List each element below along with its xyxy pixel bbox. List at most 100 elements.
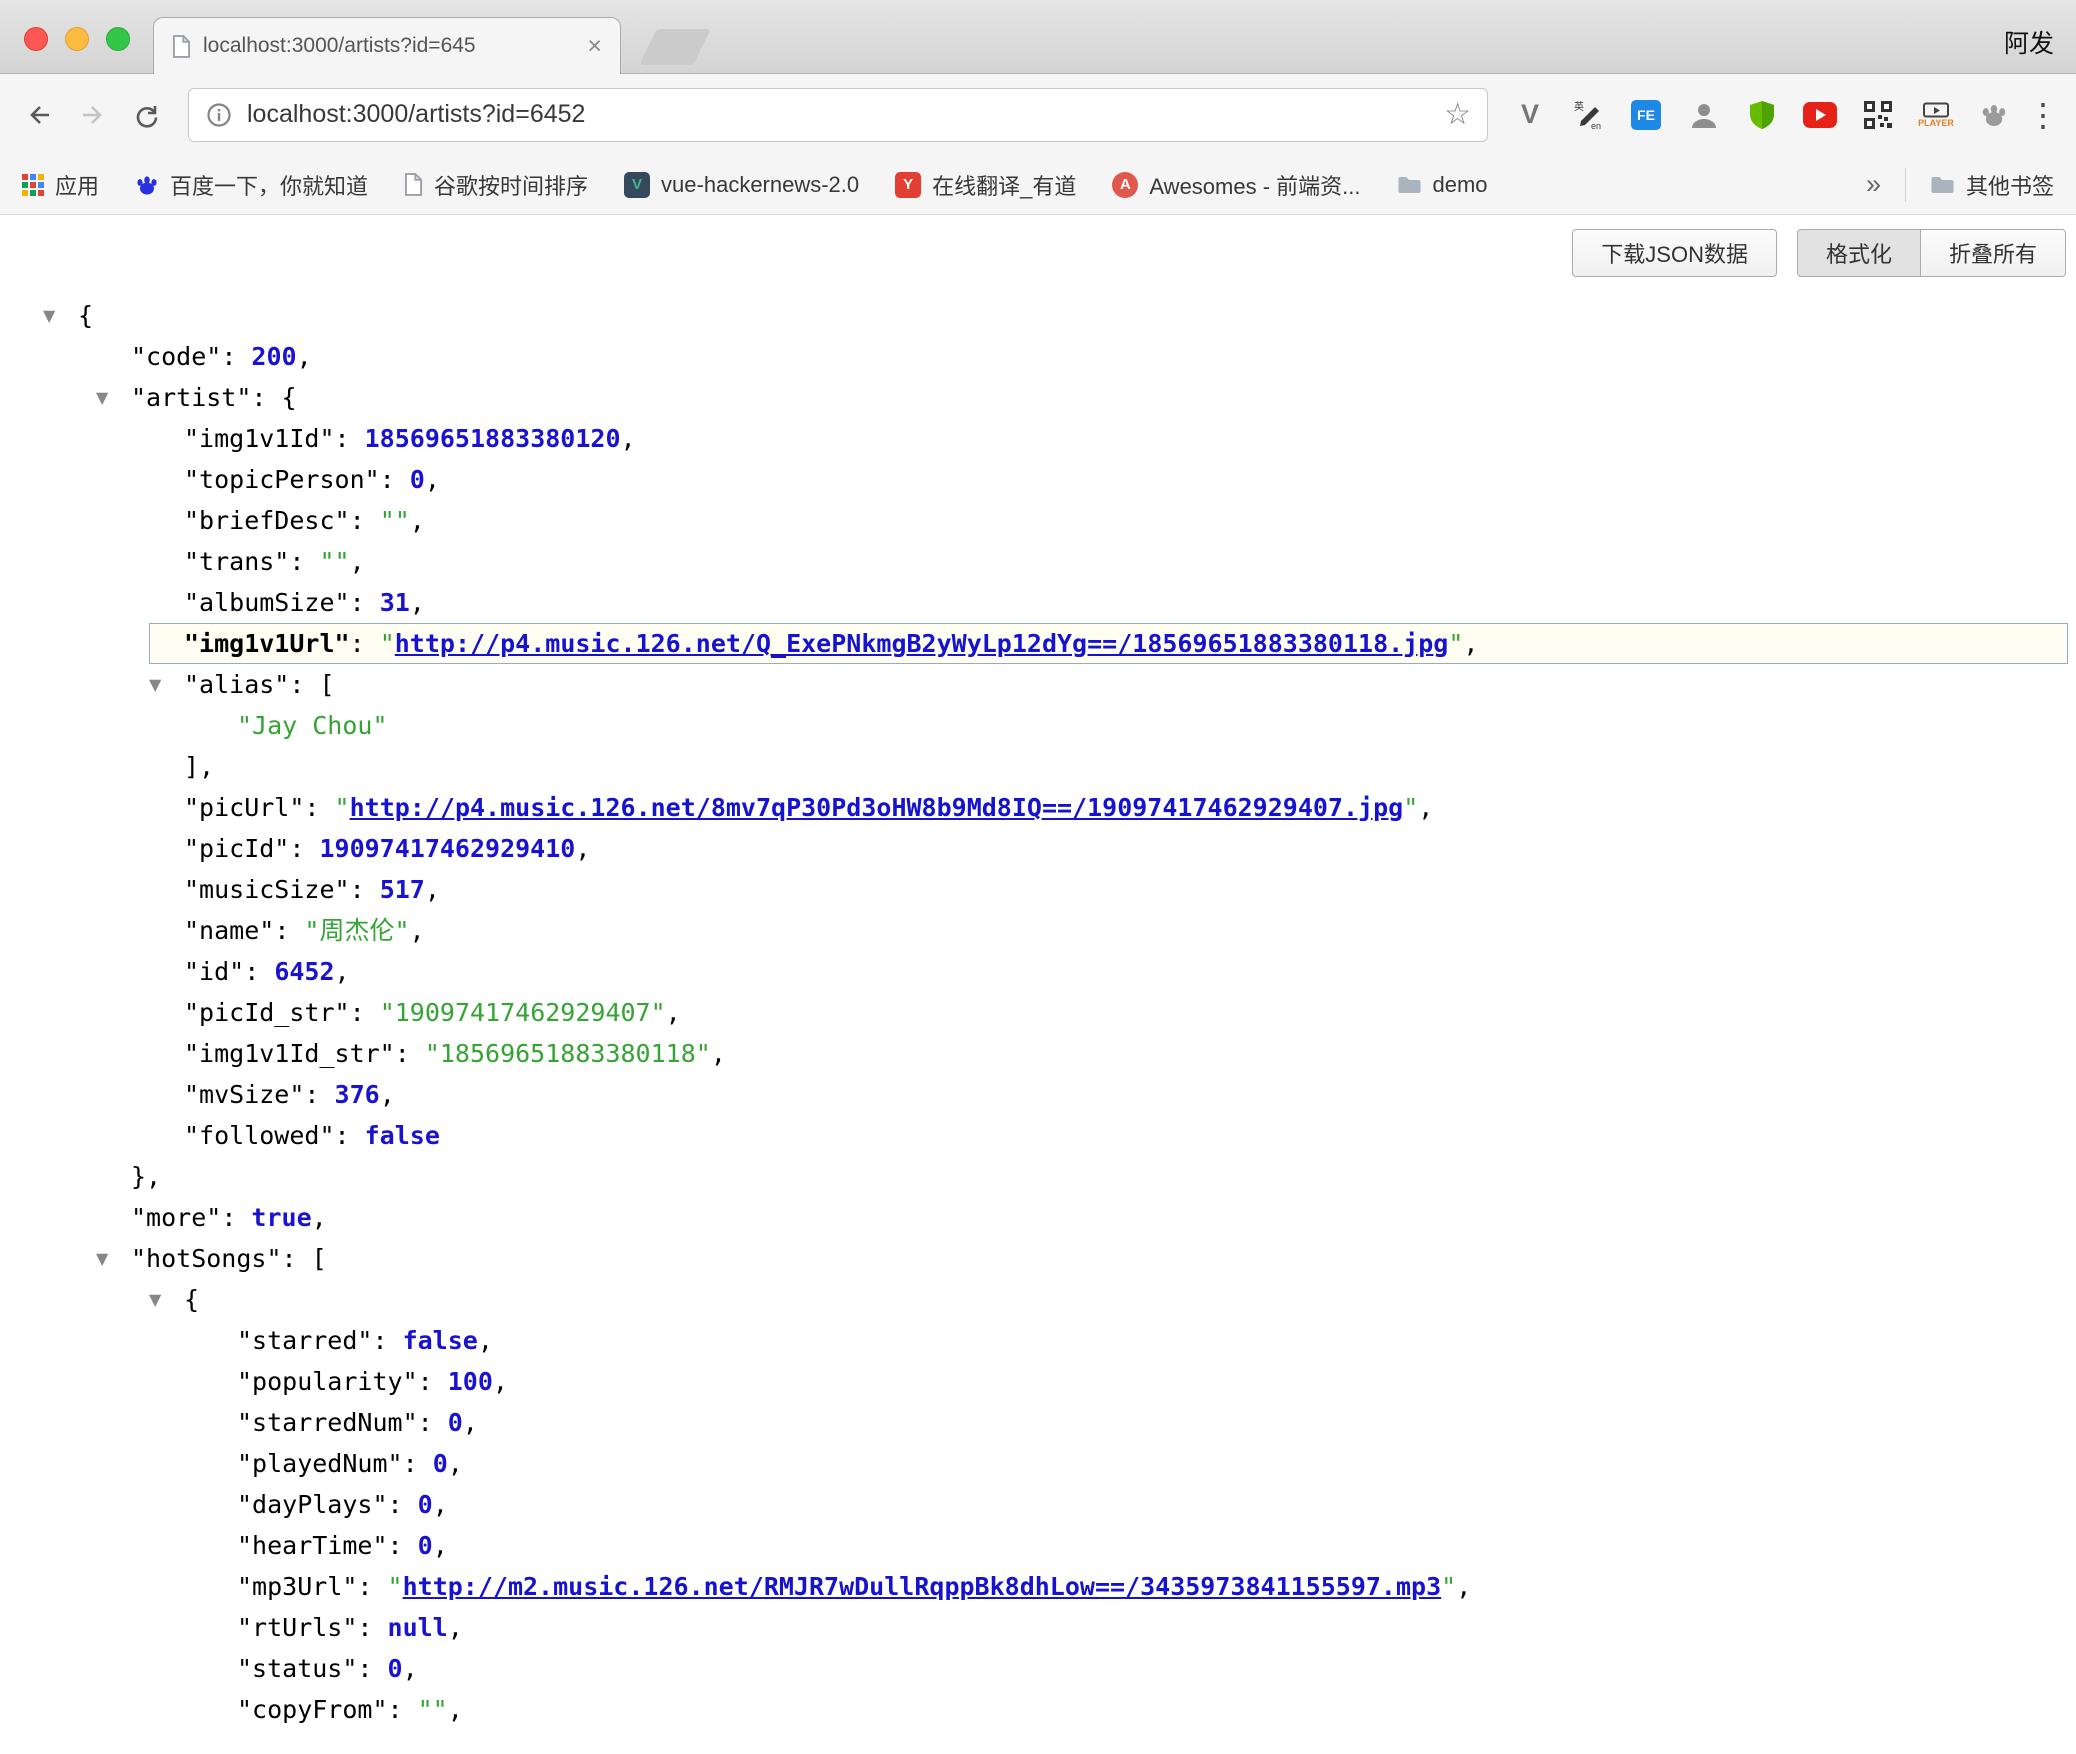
minimize-window-button[interactable]	[65, 27, 89, 51]
bookmark-label: 谷歌按时间排序	[434, 169, 588, 201]
menu-icon[interactable]: ⋮	[2026, 96, 2060, 134]
json-line: "code": 200,	[96, 336, 2068, 377]
profile-name[interactable]: 阿发	[2004, 24, 2054, 60]
json-token-p: ,	[425, 875, 440, 904]
line-gutter	[149, 500, 184, 541]
bookmark-label: vue-hackernews-2.0	[661, 172, 859, 198]
bookmark-item[interactable]: demo	[1397, 172, 1488, 198]
json-token-k: "copyFrom"	[237, 1695, 388, 1724]
extension-player-icon[interactable]: PLAYER	[1916, 90, 1956, 140]
browser-tab[interactable]: localhost:3000/artists?id=645 ×	[153, 17, 621, 74]
json-token-p: :	[357, 1572, 387, 1601]
address-bar[interactable]: localhost:3000/artists?id=6452 ☆	[188, 88, 1488, 142]
page-info-icon[interactable]	[205, 101, 233, 129]
collapse-toggle-icon[interactable]: ▼	[96, 377, 131, 418]
url-text[interactable]: localhost:3000/artists?id=6452	[247, 100, 1430, 129]
json-token-k: "img1v1Id_str"	[184, 1039, 395, 1068]
json-token-p: :	[304, 793, 334, 822]
collapse-toggle-icon[interactable]: ▼	[149, 664, 184, 705]
json-line: "followed": false	[149, 1115, 2068, 1156]
page-content: 下载JSON数据 格式化 折叠所有 ▼{"code": 200,▼"artist…	[0, 215, 2076, 1730]
folder-icon	[1930, 175, 1955, 195]
json-token-p: :	[418, 1367, 448, 1396]
bookmark-item[interactable]: AAwesomes - 前端资...	[1112, 169, 1360, 201]
bookmarks-overflow-icon[interactable]: »	[1866, 169, 1881, 200]
json-token-p: :	[350, 506, 380, 535]
collapse-toggle-icon[interactable]: ▼	[96, 1238, 131, 1279]
collapse-toggle-icon[interactable]: ▼	[149, 1279, 184, 1320]
line-gutter	[202, 1607, 237, 1648]
back-button[interactable]	[16, 92, 62, 138]
json-token-n: 0	[433, 1449, 448, 1478]
json-token-k: "picId"	[184, 834, 289, 863]
extension-qr-icon[interactable]	[1858, 90, 1898, 140]
json-token-s: "	[1448, 629, 1463, 658]
json-token-k: "picId_str"	[184, 998, 350, 1027]
collapse-all-button[interactable]: 折叠所有	[1920, 229, 2066, 277]
forward-button[interactable]	[70, 92, 116, 138]
other-bookmarks-folder[interactable]: 其他书签	[1930, 169, 2054, 201]
json-line-content: "popularity": 100,	[237, 1361, 2068, 1402]
json-token-p: ,	[425, 465, 440, 494]
bookmark-item[interactable]: 百度一下，你就知道	[135, 169, 368, 201]
line-gutter	[149, 418, 184, 459]
json-token-p: :	[388, 1695, 418, 1724]
bookmark-item[interactable]: Y在线翻译_有道	[895, 169, 1076, 201]
reload-button[interactable]	[124, 92, 170, 138]
json-token-n: 6452	[274, 957, 334, 986]
json-token-p: :	[388, 1490, 418, 1519]
json-url-link[interactable]: http://p4.music.126.net/8mv7qP30Pd3oHW8b…	[350, 793, 1404, 822]
json-token-k: "mp3Url"	[237, 1572, 357, 1601]
json-line-content: "Jay Chou"	[237, 705, 2068, 746]
json-token-p: :	[357, 1613, 387, 1642]
collapse-toggle-icon[interactable]: ▼	[43, 295, 78, 336]
json-line-content: "albumSize": 31,	[184, 582, 2068, 623]
extension-shield-icon[interactable]	[1742, 90, 1782, 140]
json-token-k: "more"	[131, 1203, 221, 1232]
download-json-button[interactable]: 下载JSON数据	[1572, 229, 1777, 277]
json-line-content: "hotSongs": [	[131, 1238, 2068, 1279]
extension-youtube-icon[interactable]	[1800, 90, 1840, 140]
bookmarks-divider	[1905, 168, 1906, 202]
json-token-p: },	[131, 1162, 161, 1191]
json-token-s: "周杰伦"	[304, 916, 409, 945]
zoom-window-button[interactable]	[106, 27, 130, 51]
line-gutter	[96, 1156, 131, 1197]
view-mode-segmented-control: 格式化 折叠所有	[1797, 229, 2066, 277]
json-token-p: :	[350, 588, 380, 617]
json-token-k: "trans"	[184, 547, 289, 576]
new-tab-button[interactable]	[639, 29, 711, 65]
json-token-p: :	[357, 1654, 387, 1683]
json-line-content: "picUrl": "http://p4.music.126.net/8mv7q…	[184, 787, 2068, 828]
json-token-p: ,	[448, 1449, 463, 1478]
extension-person-icon[interactable]	[1684, 90, 1724, 140]
json-token-p: :	[289, 834, 319, 863]
line-gutter	[149, 992, 184, 1033]
close-window-button[interactable]	[24, 27, 48, 51]
extension-translate-pen-icon[interactable]: 英en	[1568, 90, 1608, 140]
json-token-k: "mvSize"	[184, 1080, 304, 1109]
json-token-b: null	[388, 1613, 448, 1642]
line-gutter	[202, 1566, 237, 1607]
bookmark-item[interactable]: Vvue-hackernews-2.0	[624, 172, 859, 198]
extension-paw-icon[interactable]	[1974, 90, 2014, 140]
json-url-link[interactable]: http://p4.music.126.net/Q_ExePNkmgB2yWyL…	[395, 629, 1449, 658]
format-button[interactable]: 格式化	[1797, 229, 1921, 277]
json-line: "hearTime": 0,	[202, 1525, 2068, 1566]
extension-vimium-icon[interactable]: V	[1510, 90, 1550, 140]
tab-close-icon[interactable]: ×	[587, 34, 602, 59]
json-line-content: "alias": [	[184, 664, 2068, 705]
json-token-k: "topicPerson"	[184, 465, 380, 494]
json-token-p: :	[221, 342, 251, 371]
line-gutter	[149, 869, 184, 910]
bookmark-item[interactable]: 谷歌按时间排序	[404, 169, 588, 201]
bookmark-star-icon[interactable]: ☆	[1444, 100, 1471, 130]
json-line: "albumSize": 31,	[149, 582, 2068, 623]
bookmark-item[interactable]: 应用	[22, 169, 99, 201]
json-line-content: "name": "周杰伦",	[184, 910, 2068, 951]
line-gutter	[149, 746, 184, 787]
json-url-link[interactable]: http://m2.music.126.net/RMJR7wDullRqppBk…	[403, 1572, 1442, 1601]
extension-fe-icon[interactable]: FE	[1626, 90, 1666, 140]
json-token-p: ,	[711, 1039, 726, 1068]
json-token-b: true	[251, 1203, 311, 1232]
